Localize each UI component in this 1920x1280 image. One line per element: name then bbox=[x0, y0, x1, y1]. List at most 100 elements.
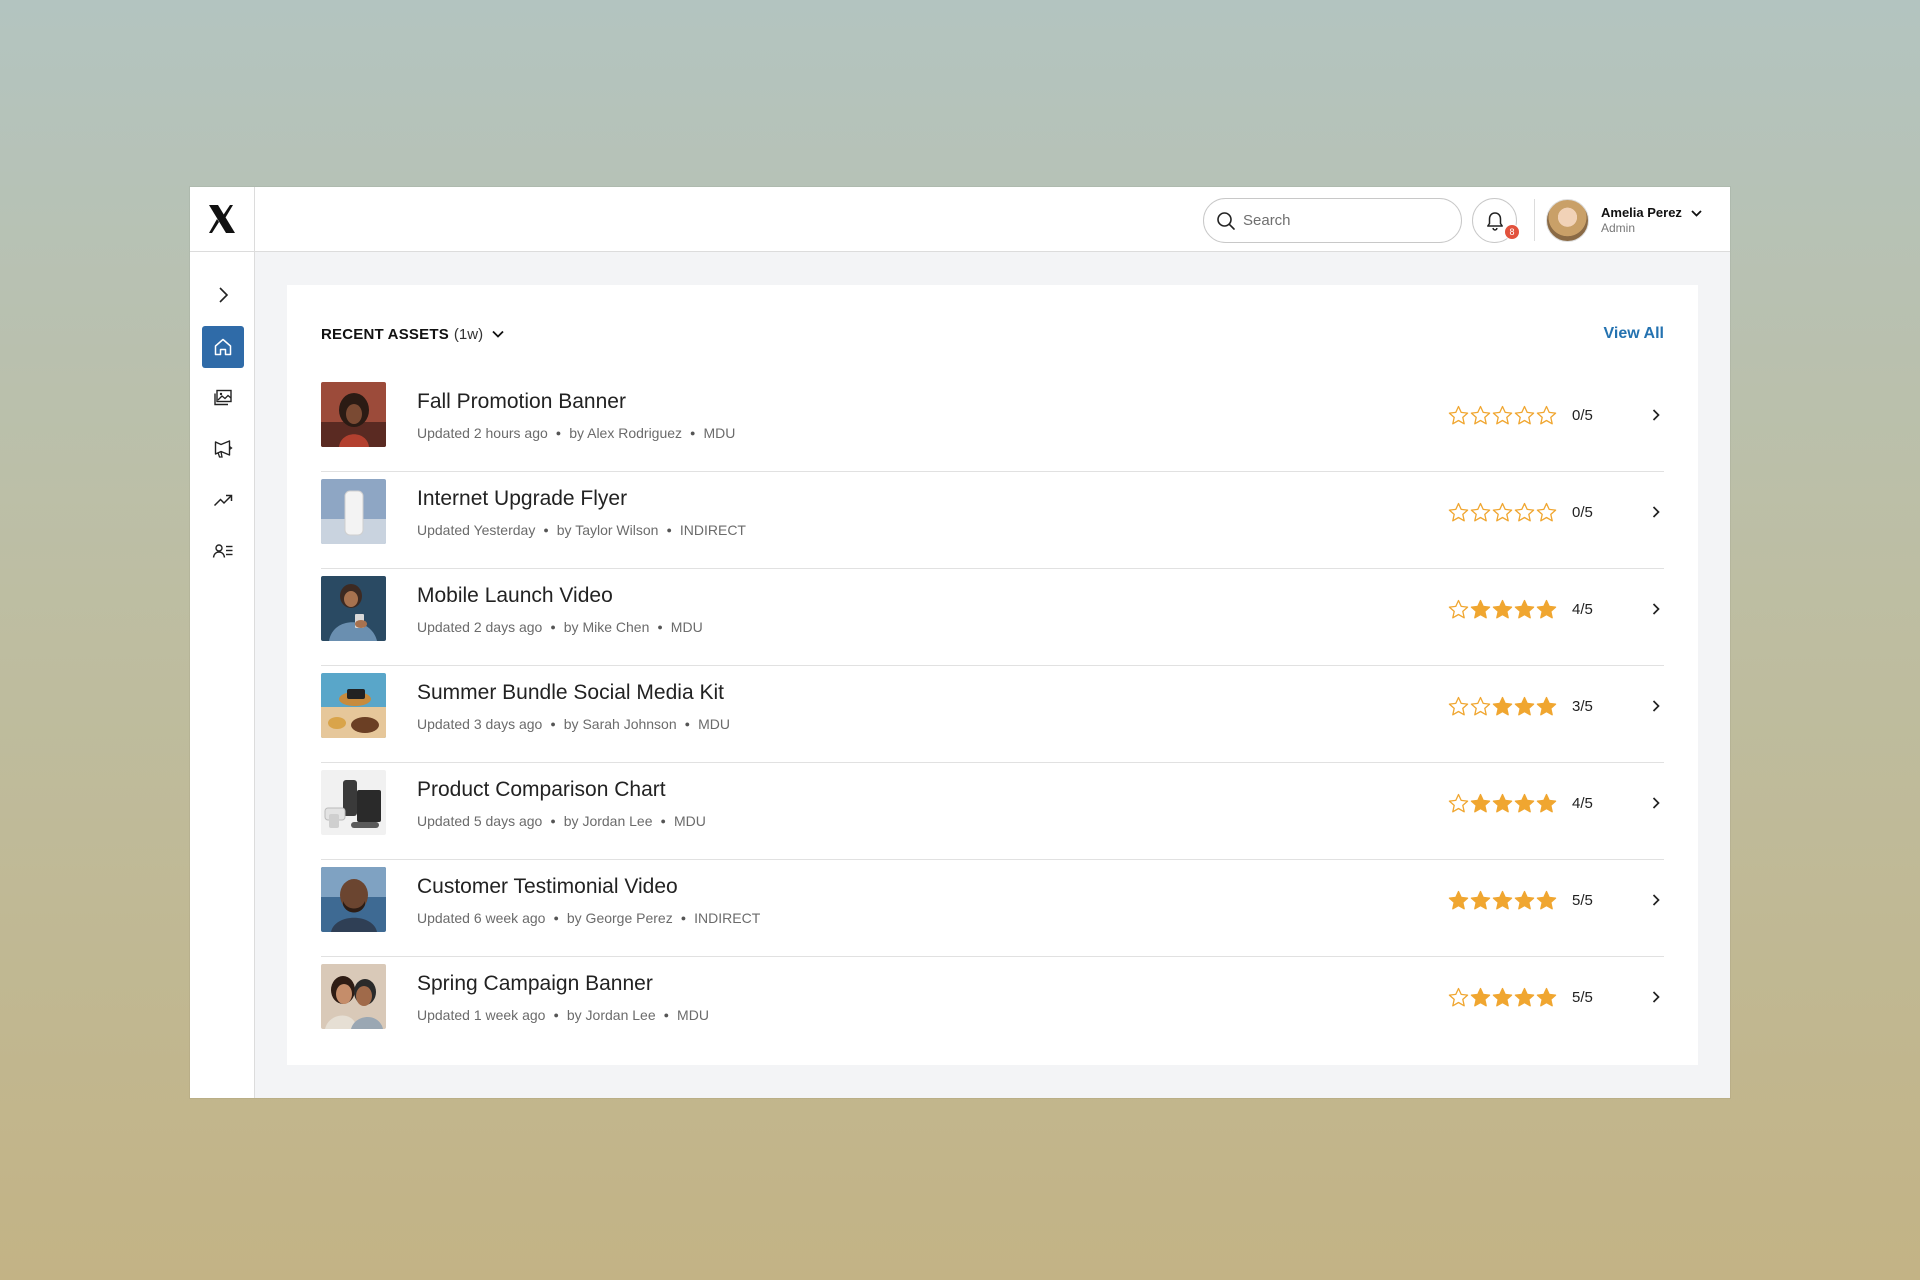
avatar bbox=[1546, 198, 1589, 242]
asset-meta: Updated 3 days ago ● by Sarah Johnson ● … bbox=[417, 716, 730, 732]
star-outline-icon bbox=[1514, 405, 1535, 425]
thumbnail-image bbox=[321, 576, 386, 641]
separator-dot: ● bbox=[550, 816, 556, 826]
thumbnail-image bbox=[321, 770, 386, 835]
star-rating[interactable] bbox=[1448, 987, 1558, 1008]
separator-dot: ● bbox=[660, 816, 666, 826]
period-selector[interactable]: RECENT ASSETS (1w) bbox=[321, 326, 505, 343]
search-input[interactable] bbox=[1243, 212, 1433, 229]
sidebar bbox=[190, 252, 255, 1098]
asset-meta: Updated 5 days ago ● by Jordan Lee ● MDU bbox=[417, 813, 706, 829]
sidebar-item-campaigns[interactable] bbox=[202, 428, 244, 470]
home-icon bbox=[214, 338, 232, 356]
star-rating[interactable] bbox=[1448, 793, 1558, 814]
asset-updated: Updated 5 days ago bbox=[417, 813, 543, 829]
search-icon bbox=[1217, 211, 1235, 230]
asset-title: Summer Bundle Social Media Kit bbox=[417, 681, 724, 704]
separator-dot: ● bbox=[550, 622, 556, 632]
asset-row[interactable]: Product Comparison Chart Updated 5 days … bbox=[321, 763, 1664, 860]
asset-row[interactable]: Fall Promotion Banner Updated 2 hours ag… bbox=[321, 375, 1664, 472]
chevron-down-icon bbox=[492, 330, 504, 338]
user-menu[interactable]: Amelia Perez Admin bbox=[1546, 198, 1703, 242]
user-name: Amelia Perez bbox=[1601, 204, 1682, 220]
chevron-right-icon[interactable] bbox=[1649, 990, 1663, 1004]
chevron-right-icon[interactable] bbox=[1649, 602, 1663, 616]
asset-title: Spring Campaign Banner bbox=[417, 972, 653, 995]
asset-meta: Updated 1 week ago ● by Jordan Lee ● MDU bbox=[417, 1007, 709, 1023]
star-outline-icon bbox=[1492, 502, 1513, 522]
sidebar-expand-button[interactable] bbox=[202, 274, 244, 316]
bell-icon bbox=[1486, 211, 1503, 231]
asset-updated: Updated 1 week ago bbox=[417, 1007, 546, 1023]
chevron-down-icon bbox=[1691, 209, 1702, 217]
star-filled-icon bbox=[1514, 987, 1535, 1007]
star-rating[interactable] bbox=[1448, 696, 1558, 717]
trending-up-icon bbox=[213, 494, 233, 507]
user-list-icon bbox=[212, 544, 233, 558]
star-rating[interactable] bbox=[1448, 890, 1558, 911]
sidebar-item-assets[interactable] bbox=[202, 377, 244, 419]
thumbnail-image bbox=[321, 382, 386, 447]
asset-title: Fall Promotion Banner bbox=[417, 390, 626, 413]
section-period: (1w) bbox=[453, 325, 484, 343]
asset-thumbnail bbox=[321, 770, 386, 835]
star-rating[interactable] bbox=[1448, 599, 1558, 620]
asset-row[interactable]: Internet Upgrade Flyer Updated Yesterday… bbox=[321, 472, 1664, 569]
image-gallery-icon bbox=[214, 389, 232, 406]
asset-channel: MDU bbox=[698, 716, 730, 732]
star-outline-icon bbox=[1448, 599, 1469, 619]
rating-score: 3/5 bbox=[1572, 698, 1593, 715]
asset-meta: Updated 6 week ago ● by George Perez ● I… bbox=[417, 910, 760, 926]
star-outline-icon bbox=[1448, 696, 1469, 716]
asset-row[interactable]: Spring Campaign Banner Updated 1 week ag… bbox=[321, 957, 1664, 1054]
star-outline-icon bbox=[1448, 502, 1469, 522]
star-outline-icon bbox=[1536, 502, 1557, 522]
asset-updated: Updated Yesterday bbox=[417, 522, 536, 538]
megaphone-icon bbox=[214, 440, 233, 458]
asset-updated: Updated 2 days ago bbox=[417, 619, 543, 635]
star-filled-icon bbox=[1470, 987, 1491, 1007]
star-filled-icon bbox=[1492, 987, 1513, 1007]
chevron-right-icon[interactable] bbox=[1649, 699, 1663, 713]
star-filled-icon bbox=[1448, 890, 1469, 910]
sidebar-item-users[interactable] bbox=[202, 530, 244, 572]
chevron-right-icon[interactable] bbox=[1649, 893, 1663, 907]
chevron-right-icon[interactable] bbox=[1649, 505, 1663, 519]
notifications-button[interactable]: 8 bbox=[1472, 198, 1520, 243]
star-outline-icon bbox=[1448, 987, 1469, 1007]
asset-thumbnail bbox=[321, 576, 386, 641]
star-outline-icon bbox=[1470, 502, 1491, 522]
app-window: 8 Amelia Perez Admin bbox=[190, 187, 1730, 1098]
asset-channel: MDU bbox=[703, 425, 736, 441]
rating-score: 4/5 bbox=[1572, 795, 1593, 812]
asset-row[interactable]: Mobile Launch Video Updated 2 days ago ●… bbox=[321, 569, 1664, 666]
asset-meta: Updated 2 days ago ● by Mike Chen ● MDU bbox=[417, 619, 703, 635]
search-box[interactable] bbox=[1203, 198, 1462, 243]
star-filled-icon bbox=[1470, 599, 1491, 619]
chevron-right-icon[interactable] bbox=[1649, 796, 1663, 810]
star-filled-icon bbox=[1514, 599, 1535, 619]
star-rating[interactable] bbox=[1448, 502, 1558, 523]
sidebar-item-home[interactable] bbox=[202, 326, 244, 368]
logo[interactable] bbox=[190, 187, 255, 251]
star-filled-icon bbox=[1536, 987, 1557, 1007]
asset-row[interactable]: Summer Bundle Social Media Kit Updated 3… bbox=[321, 666, 1664, 763]
rating-score: 0/5 bbox=[1572, 407, 1593, 424]
asset-thumbnail bbox=[321, 479, 386, 544]
chevron-right-icon[interactable] bbox=[1649, 408, 1663, 422]
separator-dot: ● bbox=[550, 719, 556, 729]
section-title: RECENT ASSETS bbox=[321, 325, 449, 343]
star-filled-icon bbox=[1514, 890, 1535, 910]
star-filled-icon bbox=[1470, 793, 1491, 813]
chevron-right-icon bbox=[219, 287, 229, 303]
star-outline-icon bbox=[1470, 696, 1491, 716]
asset-updated: Updated 3 days ago bbox=[417, 716, 543, 732]
sidebar-item-analytics[interactable] bbox=[202, 479, 244, 521]
separator-dot: ● bbox=[680, 913, 687, 923]
asset-channel: INDIRECT bbox=[694, 910, 761, 926]
star-rating[interactable] bbox=[1448, 405, 1558, 426]
asset-title: Customer Testimonial Video bbox=[417, 875, 678, 898]
view-all-link[interactable]: View All bbox=[1604, 325, 1664, 343]
asset-meta: Updated 2 hours ago ● by Alex Rodriguez … bbox=[417, 425, 735, 441]
asset-row[interactable]: Customer Testimonial Video Updated 6 wee… bbox=[321, 860, 1664, 957]
